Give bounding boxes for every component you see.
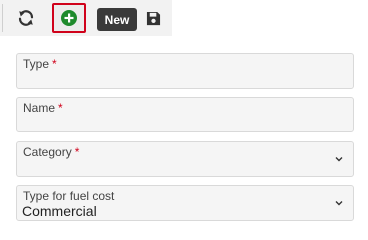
required-mark: * bbox=[58, 101, 63, 115]
category-select[interactable]: Category * bbox=[16, 141, 354, 177]
required-mark: * bbox=[52, 57, 57, 71]
floppy-disk-icon bbox=[146, 11, 160, 25]
plus-circle-icon bbox=[61, 10, 77, 26]
save-button[interactable] bbox=[140, 4, 166, 32]
refresh-button[interactable] bbox=[12, 4, 40, 32]
fuel-cost-type-select[interactable]: Type for fuel cost Commercial bbox=[16, 185, 354, 221]
required-mark: * bbox=[74, 145, 80, 159]
fuel-cost-type-label: Type for fuel cost bbox=[23, 189, 115, 203]
fuel-cost-type-value: Commercial bbox=[22, 203, 97, 219]
type-field[interactable]: Type * bbox=[16, 53, 354, 89]
type-label: Type * bbox=[23, 57, 57, 71]
toolbar bbox=[0, 0, 172, 36]
refresh-icon bbox=[18, 10, 34, 26]
chevron-down-icon bbox=[335, 157, 343, 162]
add-new-button[interactable] bbox=[52, 3, 86, 33]
page: New Type * Name * Category * Type for fuel … bbox=[0, 0, 368, 233]
category-label: Category * bbox=[23, 145, 80, 159]
name-field[interactable]: Name * bbox=[16, 97, 354, 132]
chevron-down-icon bbox=[335, 201, 343, 206]
name-label: Name * bbox=[23, 101, 63, 115]
tooltip: New bbox=[97, 8, 137, 31]
toolbar-divider bbox=[0, 4, 3, 32]
